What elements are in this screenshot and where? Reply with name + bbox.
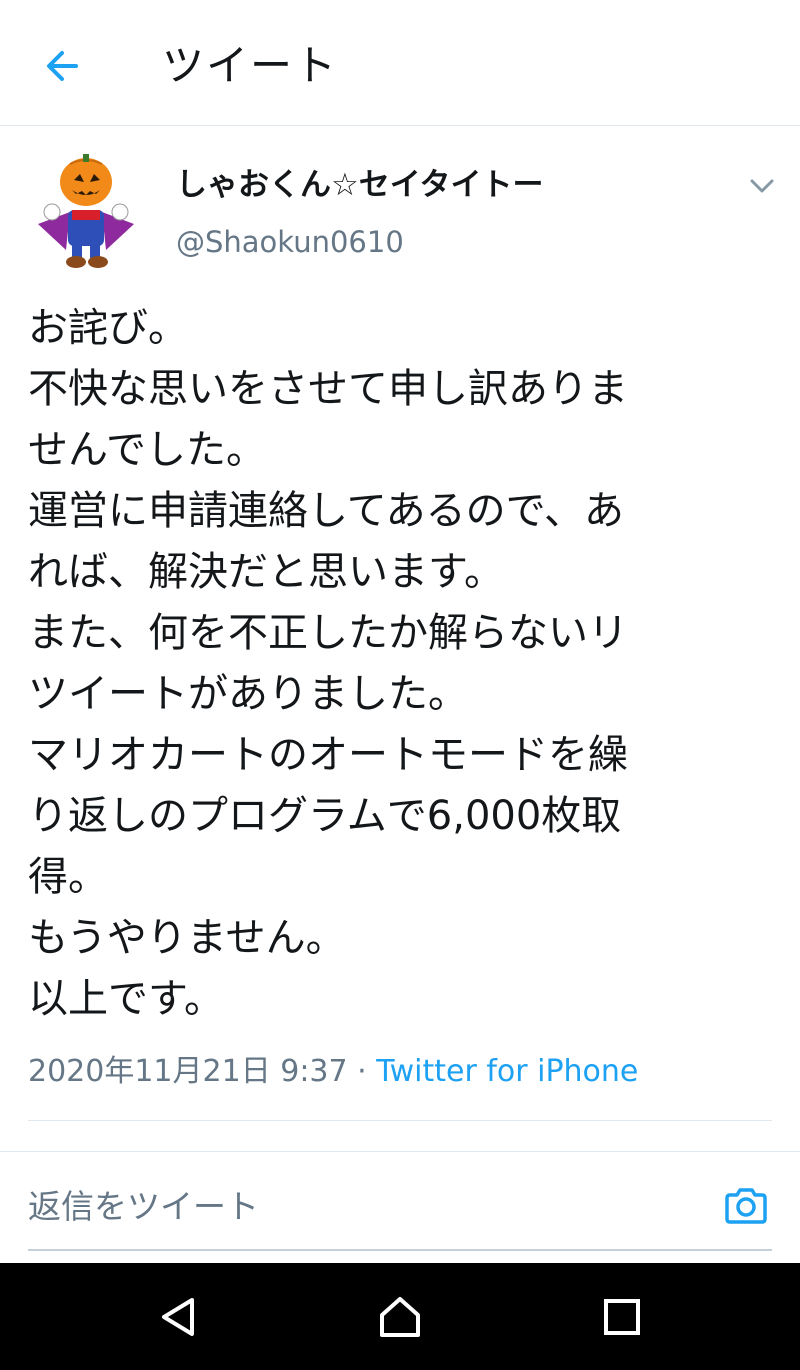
tweet-menu-button[interactable] — [744, 168, 780, 204]
meta-separator: · — [357, 1054, 367, 1089]
nav-home-button[interactable] — [370, 1287, 430, 1347]
tweet-line: 不快な思いをさせて申し訳ありま — [28, 366, 628, 412]
chevron-down-icon — [750, 179, 774, 193]
camera-button[interactable] — [720, 1184, 772, 1228]
avatar[interactable] — [30, 152, 142, 272]
tweet-line: ツイートがありました。 — [28, 671, 468, 717]
display-name[interactable]: しゃおくん☆セイタイトー — [176, 163, 544, 207]
username[interactable]: @Shaokun0610 — [176, 220, 404, 264]
top-app-bar: ツイート — [0, 0, 800, 126]
divider — [28, 1120, 772, 1121]
tweet-line: せんでした。 — [28, 427, 266, 473]
tweet-line: 得。 — [28, 854, 108, 900]
page-title: ツイート — [162, 41, 339, 90]
tweet-line: また、何を不正したか解らないリ — [28, 610, 628, 656]
nav-recents-button[interactable] — [592, 1287, 652, 1347]
pumpkin-mario-avatar — [38, 154, 134, 268]
reply-input[interactable]: 返信をツイート — [28, 1182, 259, 1232]
reply-underline — [28, 1249, 772, 1251]
tweet-line: もうやりません。 — [28, 915, 346, 961]
divider — [0, 1151, 800, 1152]
triangle-back-icon — [162, 1298, 194, 1336]
tweet-line: マリオカートのオートモードを繰 — [28, 732, 628, 778]
tweet-source-link[interactable]: Twitter for iPhone — [376, 1054, 638, 1089]
back-button[interactable] — [34, 38, 90, 94]
home-icon — [380, 1297, 420, 1337]
tweet-line: れば、解決だと思います。 — [28, 549, 504, 595]
arrow-left-icon — [47, 51, 78, 81]
square-recents-icon — [604, 1299, 640, 1335]
system-navigation-bar — [0, 1263, 800, 1370]
tweet-metadata: 2020年11月21日 9:37 · Twitter for iPhone — [28, 1050, 638, 1094]
tweet-line: 以上です。 — [28, 976, 224, 1022]
nav-back-button[interactable] — [148, 1287, 208, 1347]
tweet-text: お詫び。 不快な思いをさせて申し訳ありま せんでした。 運営に申請連絡してあるの… — [28, 298, 772, 1030]
tweet-line: り返しのプログラムで6,000枚取 — [28, 793, 622, 839]
tweet-timestamp: 2020年11月21日 9:37 — [28, 1054, 348, 1089]
tweet-line: 運営に申請連絡してあるので、あ — [28, 488, 624, 534]
tweet-line: お詫び。 — [28, 305, 188, 351]
camera-icon — [725, 1188, 767, 1224]
